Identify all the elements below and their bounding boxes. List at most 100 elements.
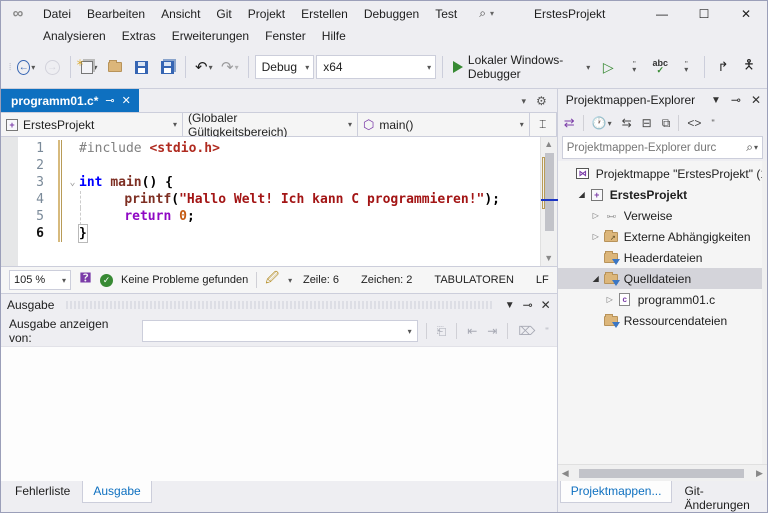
pending-changes-filter-icon[interactable]: 🕐▾	[590, 115, 614, 131]
code-cleanup-caret-icon[interactable]: ▾	[288, 276, 292, 285]
scrollbar-thumb[interactable]	[545, 153, 554, 231]
hscroll-right-icon[interactable]: ▶	[752, 468, 767, 479]
code-line-6[interactable]: 6}	[18, 225, 540, 242]
close-tab-icon[interactable]: ✕	[122, 94, 131, 107]
start-debugging-button[interactable]: Lokaler Windows-Debugger ▾	[449, 54, 594, 80]
output-toolbar-overflow-icon[interactable]: ''	[545, 326, 548, 336]
editor-options-gear-icon[interactable]: ⚙	[536, 94, 547, 108]
code-line-5[interactable]: 5 return 0;	[18, 208, 540, 225]
switch-views-icon[interactable]: ⇄	[562, 114, 577, 132]
solution-configuration-combo[interactable]: Debug▾	[255, 55, 315, 79]
code-line-3[interactable]: 3⌄int main() {	[18, 174, 540, 191]
zoom-level-combo[interactable]: 105 %▾	[9, 270, 71, 290]
tool-tab-git-nderungen[interactable]: Git-Änderungen	[674, 481, 767, 513]
document-tab-programm01[interactable]: programm01.c* ⊸ ✕	[1, 89, 139, 112]
menu-datei[interactable]: Datei	[35, 4, 79, 24]
se-close-icon[interactable]: ✕	[751, 93, 761, 107]
start-without-debugging-button[interactable]: ▷	[596, 55, 620, 79]
menu-erweiterungen[interactable]: Erweiterungen	[164, 26, 257, 46]
hscroll-thumb[interactable]	[579, 469, 744, 478]
output-source-combo[interactable]: ▾	[142, 320, 418, 342]
tree-expander-icon[interactable]: ◢	[576, 190, 588, 199]
solution-platform-combo[interactable]: x64▾	[316, 55, 436, 79]
tree-item-programm01-c[interactable]: ▷cprogramm01.c	[558, 289, 767, 310]
se-toolbar-overflow-icon[interactable]: ''	[709, 117, 716, 129]
menu-erstellen[interactable]: Erstellen	[293, 4, 356, 24]
code-editor[interactable]: 1#include <stdio.h>23⌄int main() {4 prin…	[1, 137, 557, 266]
tree-item-externe-abh-ngigkeiten[interactable]: ▷↗Externe Abhängigkeiten	[558, 226, 767, 247]
project-dropdown[interactable]: + ErstesProjekt ▾	[1, 113, 183, 136]
maximize-button[interactable]: ☐	[683, 1, 725, 26]
view-code-icon[interactable]: <>	[685, 115, 703, 131]
menu-ansicht[interactable]: Ansicht	[153, 4, 208, 24]
tool-tab-ausgabe[interactable]: Ausgabe	[82, 481, 151, 503]
open-file-button[interactable]	[103, 55, 127, 79]
member-dropdown[interactable]: ⬡ main() ▾	[358, 113, 530, 136]
show-all-files-icon[interactable]: ⧉	[660, 115, 673, 132]
menu-projekt[interactable]: Projekt	[240, 4, 293, 24]
minimize-button[interactable]: —	[641, 1, 683, 26]
tree-item-erstesprojekt[interactable]: ◢+ErstesProjekt	[558, 184, 767, 205]
se-horizontal-scrollbar[interactable]: ◀ ▶	[558, 464, 767, 481]
panel-close-icon[interactable]: ✕	[541, 298, 551, 312]
panel-menu-caret-icon[interactable]: ▼	[505, 300, 515, 311]
se-search-caret-icon[interactable]: ▾	[754, 143, 758, 152]
tool-tab-fehlerliste[interactable]: Fehlerliste	[5, 481, 80, 502]
split-window-handle[interactable]: ⌶	[530, 113, 556, 136]
line-ending-indicator[interactable]: LF	[536, 274, 549, 286]
sync-with-active-document-icon[interactable]: ⇆	[620, 115, 634, 131]
solution-explorer-search[interactable]: Projektmappen-Explorer durc ⌕ ▾	[562, 136, 763, 159]
tool-tab-projektmappen[interactable]: Projektmappen...	[560, 481, 673, 503]
tree-expander-icon[interactable]: ▷	[590, 211, 602, 220]
se-menu-caret-icon[interactable]: ▼	[711, 95, 721, 106]
menu-bearbeiten[interactable]: Bearbeiten	[79, 4, 153, 24]
output-panel-header[interactable]: Ausgabe ▼ ⊸ ✕	[1, 294, 557, 316]
redo-button[interactable]: ↷▾	[218, 55, 242, 79]
scroll-down-icon[interactable]: ▼	[544, 251, 553, 266]
tree-item-verweise[interactable]: ▷▫–▫Verweise	[558, 205, 767, 226]
toolbar-overflow-2-button[interactable]: ''▾	[674, 55, 698, 79]
solution-explorer-header[interactable]: Projektmappen-Explorer ▼ ⊸ ✕	[558, 89, 767, 111]
problems-status-text[interactable]: Keine Probleme gefunden	[121, 274, 248, 286]
save-all-button[interactable]	[155, 55, 179, 79]
spell-check-button[interactable]: abc✓	[648, 55, 672, 79]
se-vertical-scrollbar[interactable]	[762, 161, 767, 464]
tree-expander-icon[interactable]: ▷	[604, 295, 616, 304]
breakpoint-margin[interactable]	[1, 137, 18, 266]
menu-analysieren[interactable]: Analysieren	[35, 26, 114, 46]
code-text[interactable]: int main() {	[79, 174, 173, 191]
menu-git[interactable]: Git	[208, 4, 239, 24]
toolbar-grip[interactable]: ⦙	[9, 62, 10, 73]
close-button[interactable]: ✕	[725, 1, 767, 26]
line-indicator[interactable]: Zeile: 6	[303, 274, 339, 286]
tree-expander-icon[interactable]: ◢	[590, 274, 602, 283]
fold-collapse-icon[interactable]: ⌄	[66, 174, 79, 191]
tree-item-ressourcendateien[interactable]: Ressourcendateien	[558, 310, 767, 331]
editor-vertical-scrollbar[interactable]: ▲ ▼	[540, 137, 557, 266]
search-dropdown-caret-icon[interactable]: ▾	[490, 9, 494, 18]
code-text[interactable]: }	[79, 225, 87, 242]
code-cleanup-broom-icon[interactable]: 🖉	[265, 269, 279, 291]
code-line-4[interactable]: 4 printf("Hallo Welt! Ich kann C program…	[18, 191, 540, 208]
tab-list-dropdown-icon[interactable]: ▾	[521, 96, 526, 107]
tree-item-projektmappe-erstesprojekt-1[interactable]: ⋈Projektmappe "ErstesProjekt" (1	[558, 163, 767, 184]
tree-expander-icon[interactable]: ▷	[590, 232, 602, 241]
scope-dropdown[interactable]: (Globaler Gültigkeitsbereich) ▾	[183, 113, 358, 136]
clear-all-icon[interactable]: ⌦	[518, 324, 535, 338]
se-pin-icon[interactable]: ⊸	[731, 93, 741, 107]
se-search-icon[interactable]: ⌕	[746, 140, 753, 155]
menu-hilfe[interactable]: Hilfe	[314, 26, 354, 46]
hscroll-left-icon[interactable]: ◀	[558, 468, 573, 479]
menu-fenster[interactable]: Fenster	[257, 26, 314, 46]
previous-message-icon[interactable]: ⇤	[467, 324, 477, 338]
code-line-1[interactable]: 1#include <stdio.h>	[18, 140, 540, 157]
column-indicator[interactable]: Zeichen: 2	[361, 274, 412, 286]
collapse-all-icon[interactable]: ⊟	[640, 115, 654, 131]
menu-debuggen[interactable]: Debuggen	[356, 4, 427, 24]
code-text[interactable]: printf("Hallo Welt! Ich kann C programmi…	[93, 191, 500, 208]
menu-test[interactable]: Test	[427, 4, 465, 24]
save-button[interactable]	[129, 55, 153, 79]
find-message-icon[interactable]: ⎗	[437, 324, 447, 339]
next-message-icon[interactable]: ⇥	[487, 324, 497, 338]
document-health-icon[interactable]: 🯄	[79, 269, 92, 291]
